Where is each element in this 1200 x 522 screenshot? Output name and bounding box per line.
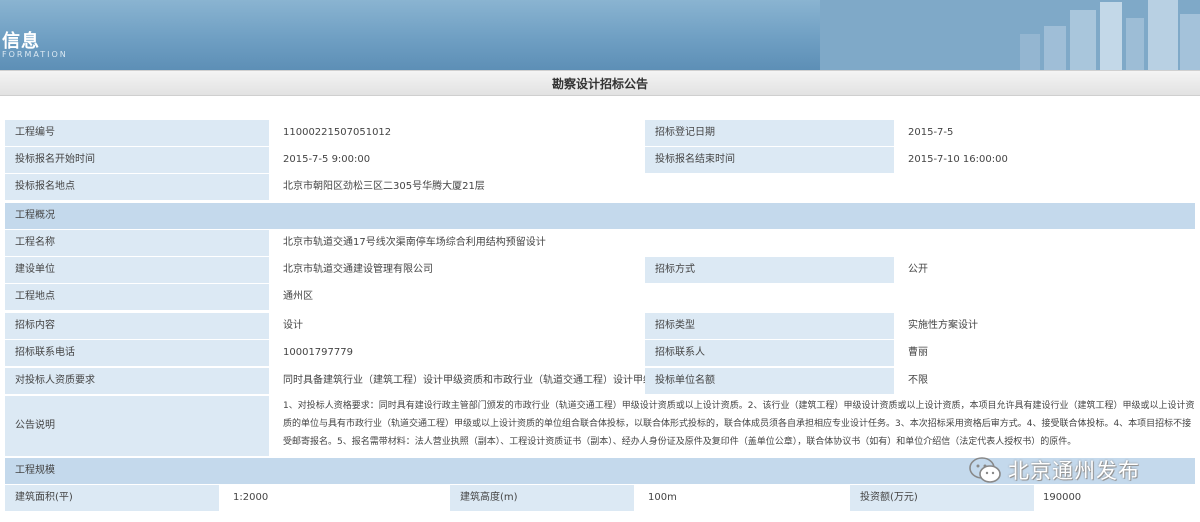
reg-date-value: 2015-7-5: [908, 127, 954, 138]
qualification-value: 同时具备建筑行业（建筑工程）设计甲级资质和市政行业（轨道交通工程）设计甲级资质: [283, 375, 645, 386]
bid-type-label: 招标类型: [645, 313, 895, 339]
bid-method-label: 招标方式: [645, 257, 895, 283]
contact-person-label: 招标联系人: [645, 340, 895, 366]
signup-place-label: 投标报名地点: [5, 174, 270, 200]
announce-value: 1、对投标人资格要求：同时具有建设行政主管部门颁发的市政行业（轨道交通工程）甲级…: [283, 401, 1195, 447]
notice-title: 勘察设计招标公告: [0, 70, 1200, 96]
area-value: 1:2000: [233, 492, 269, 503]
contact-phone-value: 10001797779: [283, 347, 353, 358]
skyline-image: [820, 0, 1200, 70]
signup-end-value: 2015-7-10 16:00:00: [908, 154, 1008, 165]
table-row: 建筑面积(平) 1:2000 建筑高度(m) 100m 投资额(万元) 1900…: [0, 485, 1200, 511]
table-row: 建设单位 北京市轨道交通建设管理有限公司 招标方式 公开: [0, 257, 1200, 283]
table-row: 招标内容 设计 招标类型 实施性方案设计: [0, 313, 1200, 339]
project-no-label: 工程编号: [5, 120, 270, 146]
table-row: 工程名称 北京市轨道交通17号线次渠南停车场综合利用结构预留设计: [0, 230, 1200, 256]
content-label: 招标内容: [5, 313, 270, 339]
table-row: 工程概况: [0, 203, 1200, 229]
bid-count-value: 不限: [908, 375, 928, 386]
qualification-label: 对投标人资质要求: [5, 368, 270, 394]
site-banner: 信息 FORMATION: [0, 0, 1200, 70]
owner-label: 建设单位: [5, 257, 270, 283]
location-value: 通州区: [283, 291, 313, 302]
content-value: 设计: [283, 320, 303, 331]
announce-label: 公告说明: [5, 396, 270, 456]
table-row: 投标报名开始时间 2015-7-5 9:00:00 投标报名结束时间 2015-…: [0, 147, 1200, 173]
table-row: 招标联系电话 10001797779 招标联系人 曹丽: [0, 340, 1200, 366]
table-row: 工程编号 11000221507051012 招标登记日期 2015-7-5: [0, 120, 1200, 146]
table-row: 投标报名地点 北京市朝阳区劲松三区二305号华腾大厦21层: [0, 174, 1200, 200]
signup-start-value: 2015-7-5 9:00:00: [283, 154, 371, 165]
bid-type-value: 实施性方案设计: [908, 320, 978, 331]
signup-place-value: 北京市朝阳区劲松三区二305号华腾大厦21层: [283, 181, 485, 192]
reg-date-label: 招标登记日期: [645, 120, 895, 146]
table-row: 公告说明 1、对投标人资格要求：同时具有建设行政主管部门颁发的市政行业（轨道交通…: [0, 396, 1200, 456]
contact-phone-label: 招标联系电话: [5, 340, 270, 366]
investment-label: 投资额(万元): [850, 485, 1035, 511]
height-label: 建筑高度(m): [450, 485, 635, 511]
project-no-value: 11000221507051012: [283, 127, 392, 138]
height-value: 100m: [648, 492, 677, 503]
wechat-icon: [969, 457, 1001, 483]
banner-subtitle: FORMATION: [2, 50, 68, 59]
project-name-label: 工程名称: [5, 230, 270, 256]
signup-end-label: 投标报名结束时间: [645, 147, 895, 173]
project-name-value: 北京市轨道交通17号线次渠南停车场综合利用结构预留设计: [283, 237, 546, 248]
table-row: 对投标人资质要求 同时具备建筑行业（建筑工程）设计甲级资质和市政行业（轨道交通工…: [0, 368, 1200, 394]
location-label: 工程地点: [5, 284, 270, 310]
signup-start-label: 投标报名开始时间: [5, 147, 270, 173]
investment-value: 190000: [1043, 492, 1082, 503]
owner-value: 北京市轨道交通建设管理有限公司: [283, 264, 433, 275]
wechat-watermark: 北京通州发布: [968, 452, 1190, 488]
section-overview: 工程概况: [5, 203, 1195, 229]
watermark-text: 北京通州发布: [1008, 459, 1140, 483]
bid-count-label: 投标单位名额: [645, 368, 895, 394]
bid-method-value: 公开: [908, 264, 928, 275]
contact-person-value: 曹丽: [908, 347, 928, 358]
table-row: 工程地点 通州区: [0, 284, 1200, 310]
area-label: 建筑面积(平): [5, 485, 220, 511]
